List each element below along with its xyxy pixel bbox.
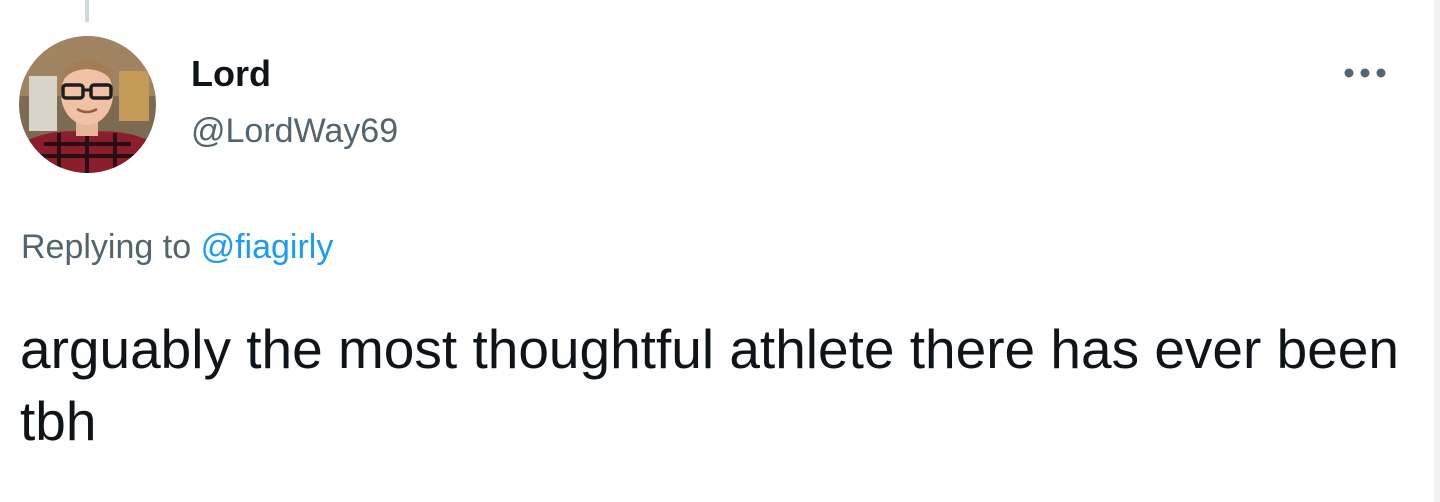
avatar[interactable]	[19, 36, 156, 173]
profile-photo-icon	[19, 36, 156, 173]
more-options-button[interactable]	[1338, 56, 1392, 90]
reply-mention-link[interactable]: @fiagirly	[201, 228, 334, 266]
panel-edge	[1434, 0, 1440, 502]
thread-connector-line	[85, 0, 89, 22]
tweet-text: arguably the most thoughtful athlete the…	[20, 318, 1399, 452]
author-display-name[interactable]: Lord	[191, 52, 271, 96]
replying-to-label: Replying to	[21, 228, 192, 266]
more-horizontal-icon	[1344, 68, 1386, 78]
tweet-card[interactable]: Lord @LordWay69 Replying to @fiagirly ar…	[0, 0, 1440, 502]
replying-to-line: Replying to @fiagirly	[21, 225, 333, 269]
author-handle[interactable]: @LordWay69	[191, 110, 398, 152]
